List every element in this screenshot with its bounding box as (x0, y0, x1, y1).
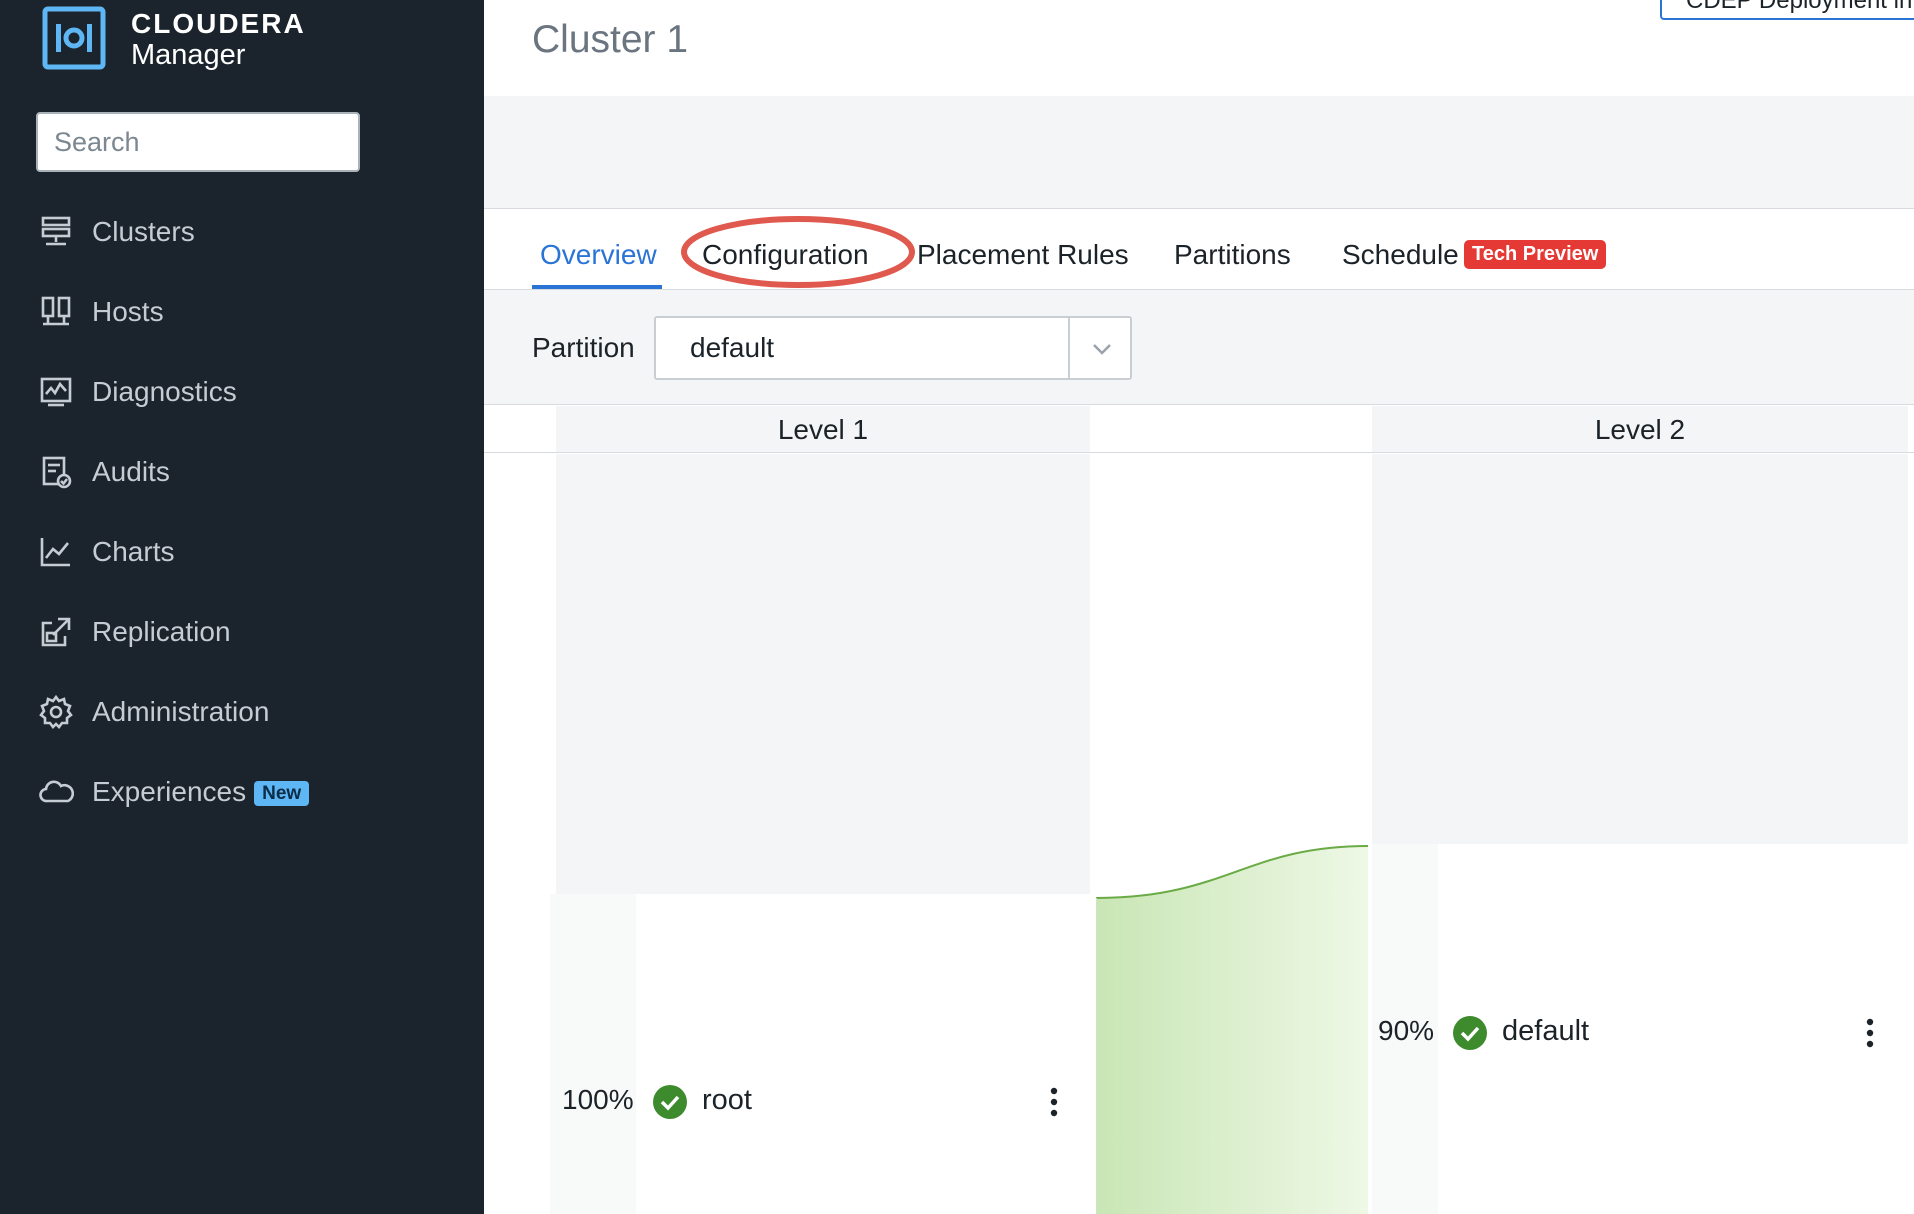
brand-product: Manager (131, 39, 246, 71)
queue-capacity: 90% (1378, 1015, 1435, 1046)
sidebar-item-replication[interactable]: Replication (0, 592, 484, 672)
queue-name: root (702, 1084, 752, 1116)
tab-overview[interactable]: Overview (540, 239, 657, 271)
capacity-cell (550, 894, 636, 1214)
tab-partitions[interactable]: Partitions (1174, 239, 1291, 271)
gear-icon (39, 694, 73, 729)
level-2-column (1372, 454, 1908, 844)
sidebar-item-diagnostics[interactable]: Diagnostics (0, 352, 484, 432)
header-divider (484, 452, 1914, 453)
sidebar-item-audits[interactable]: Audits (0, 432, 484, 512)
new-badge: New (254, 781, 310, 806)
page-title: Cluster 1 (532, 18, 689, 61)
charts-icon (40, 538, 70, 567)
search-input[interactable] (36, 112, 360, 172)
sidebar-item-label-text: Experiences (92, 776, 247, 807)
queue-node-default[interactable]: 90% default (1372, 844, 1914, 1214)
queue-flow-connector (1096, 845, 1368, 1214)
partition-select-value: default (690, 332, 775, 363)
queue-name: default (1502, 1015, 1590, 1047)
sidebar-item-label: Replication (92, 616, 231, 647)
sidebar-item-label: Experiences New (92, 776, 310, 808)
sidebar-item-label: Hosts (92, 296, 164, 327)
clusters-icon (41, 216, 71, 246)
brand-name: CLOUDERA (131, 8, 306, 39)
tab-placement-rules[interactable]: Placement Rules (917, 239, 1129, 271)
cloudera-logo-icon[interactable] (42, 6, 106, 70)
queue-capacity: 100% (562, 1084, 634, 1115)
sidebar-item-label: Diagnostics (92, 376, 237, 407)
level-1-header: Level 1 (556, 406, 1090, 452)
partition-filter-bar: Partition default (484, 290, 1914, 405)
more-options-icon[interactable] (1866, 1018, 1874, 1048)
partition-label: Partition (532, 332, 635, 363)
more-options-icon[interactable] (1050, 1087, 1058, 1117)
sidebar-item-experiences[interactable]: Experiences New (0, 752, 484, 832)
sidebar-item-charts[interactable]: Charts (0, 512, 484, 592)
tab-bar: Overview Configuration Placement Rules P… (484, 209, 1914, 290)
sidebar-item-label: Audits (92, 456, 170, 487)
active-tab-indicator (532, 285, 662, 289)
replication-icon (41, 617, 71, 647)
chevron-down-icon[interactable] (1084, 336, 1120, 362)
cloud-icon (39, 780, 74, 803)
sidebar: CLOUDERA Manager Clusters Hosts Diagnost… (0, 0, 484, 1214)
level-1-column (556, 454, 1090, 894)
check-circle-icon (653, 1085, 687, 1119)
sidebar-item-clusters[interactable]: Clusters (0, 192, 484, 272)
partition-select[interactable]: default (654, 316, 1132, 380)
diagnostics-icon (40, 377, 72, 407)
tab-configuration[interactable]: Configuration (702, 239, 869, 271)
select-divider (1068, 318, 1070, 378)
sidebar-item-label: Administration (92, 696, 270, 727)
sidebar-item-label: Clusters (92, 216, 195, 247)
tab-schedule[interactable]: Schedule (1342, 239, 1459, 271)
header-band (484, 96, 1914, 209)
tech-preview-badge: Tech Preview (1464, 240, 1607, 269)
check-circle-icon (1453, 1016, 1487, 1050)
sidebar-item-administration[interactable]: Administration (0, 672, 484, 752)
sidebar-item-hosts[interactable]: Hosts (0, 272, 484, 352)
hosts-icon (41, 296, 71, 326)
sidebar-item-label: Charts (92, 536, 175, 567)
level-2-header: Level 2 (1372, 406, 1908, 452)
cdep-deployment-button[interactable]: CDEP Deployment in (1660, 0, 1914, 20)
audits-icon (42, 456, 72, 489)
sidebar-nav: Clusters Hosts Diagnostics Audits Charts (0, 192, 484, 832)
queue-node-root[interactable]: 100% root (550, 894, 1094, 1214)
